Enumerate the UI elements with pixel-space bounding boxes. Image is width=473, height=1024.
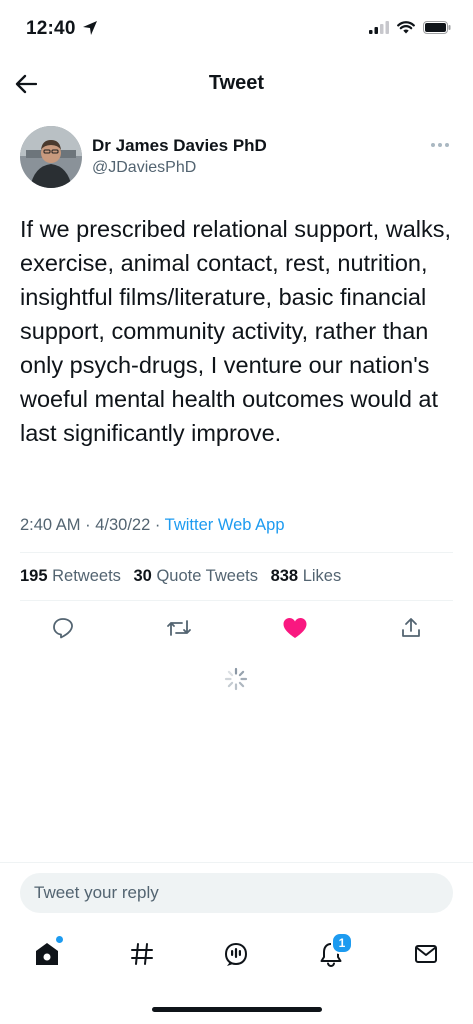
tweet-source-link[interactable]: Twitter Web App [165,516,285,534]
retweet-button[interactable] [164,613,194,643]
likes-label: Likes [302,567,342,585]
quote-tweets-count: 30 [133,567,152,585]
status-time: 12:40 [26,18,76,39]
tweet-author: Dr James Davies PhD @JDaviesPhD [20,126,453,188]
bottom-tab-bar: 1 [0,926,473,980]
more-options-button[interactable] [431,140,453,150]
tweet-stats: 195 Retweets 30 Quote Tweets 838 Likes [20,567,349,586]
hashtag-icon [131,943,153,965]
tab-notifications[interactable]: 1 [315,932,353,970]
home-icon [36,943,58,965]
tweet-actions [48,613,426,643]
likes-stat[interactable]: 838 Likes [271,567,342,585]
tab-spaces[interactable] [220,938,252,970]
tab-explore[interactable] [126,938,158,970]
reply-input[interactable] [20,873,453,913]
wifi-icon [397,21,415,34]
tweet-text: If we prescribed relational support, wal… [20,216,452,446]
tweet-metadata: 2:40 AM · 4/30/22 · Twitter Web App [20,516,285,535]
avatar[interactable] [20,126,82,188]
divider [20,600,453,601]
divider [20,552,453,553]
separator: · [85,516,96,534]
reply-button[interactable] [48,613,78,643]
author-name[interactable]: Dr James Davies PhD [92,136,267,156]
battery-icon [423,21,451,34]
page-title: Tweet [208,72,265,94]
cellular-signal-icon [369,21,389,34]
retweets-stat[interactable]: 195 Retweets [20,567,121,585]
home-indicator [152,1007,322,1012]
likes-count: 838 [270,567,299,585]
more-dot-icon [445,143,449,147]
retweet-icon [167,620,191,636]
author-handle[interactable]: @JDaviesPhD [92,159,196,177]
spaces-icon [224,942,248,966]
retweets-label: Retweets [52,567,121,585]
share-icon [402,618,420,637]
quote-tweets-label: Quote Tweets [156,567,258,585]
more-dot-icon [431,143,435,147]
loading-spinner-icon [224,667,248,691]
quote-tweets-stat[interactable]: 30 Quote Tweets [134,567,258,585]
separator: · [154,516,165,534]
tweet-date: 4/30/22 [95,516,151,534]
mail-icon [415,945,437,963]
heart-filled-icon [283,618,307,638]
navigation-header: Tweet [0,62,473,106]
notification-badge: 1 [331,932,353,954]
new-content-dot [56,936,63,943]
avatar-image [20,126,82,188]
reply-icon [53,618,73,639]
tab-messages[interactable] [410,938,442,970]
reply-composer [0,862,473,925]
more-dot-icon [438,143,442,147]
status-icons [369,21,451,34]
status-bar: 12:40 [0,0,473,60]
tweet-time: 2:40 AM [20,516,81,534]
like-button[interactable] [280,613,310,643]
retweets-count: 195 [20,567,48,585]
share-button[interactable] [396,613,426,643]
location-arrow-icon [83,21,97,35]
tab-home[interactable] [31,936,63,970]
